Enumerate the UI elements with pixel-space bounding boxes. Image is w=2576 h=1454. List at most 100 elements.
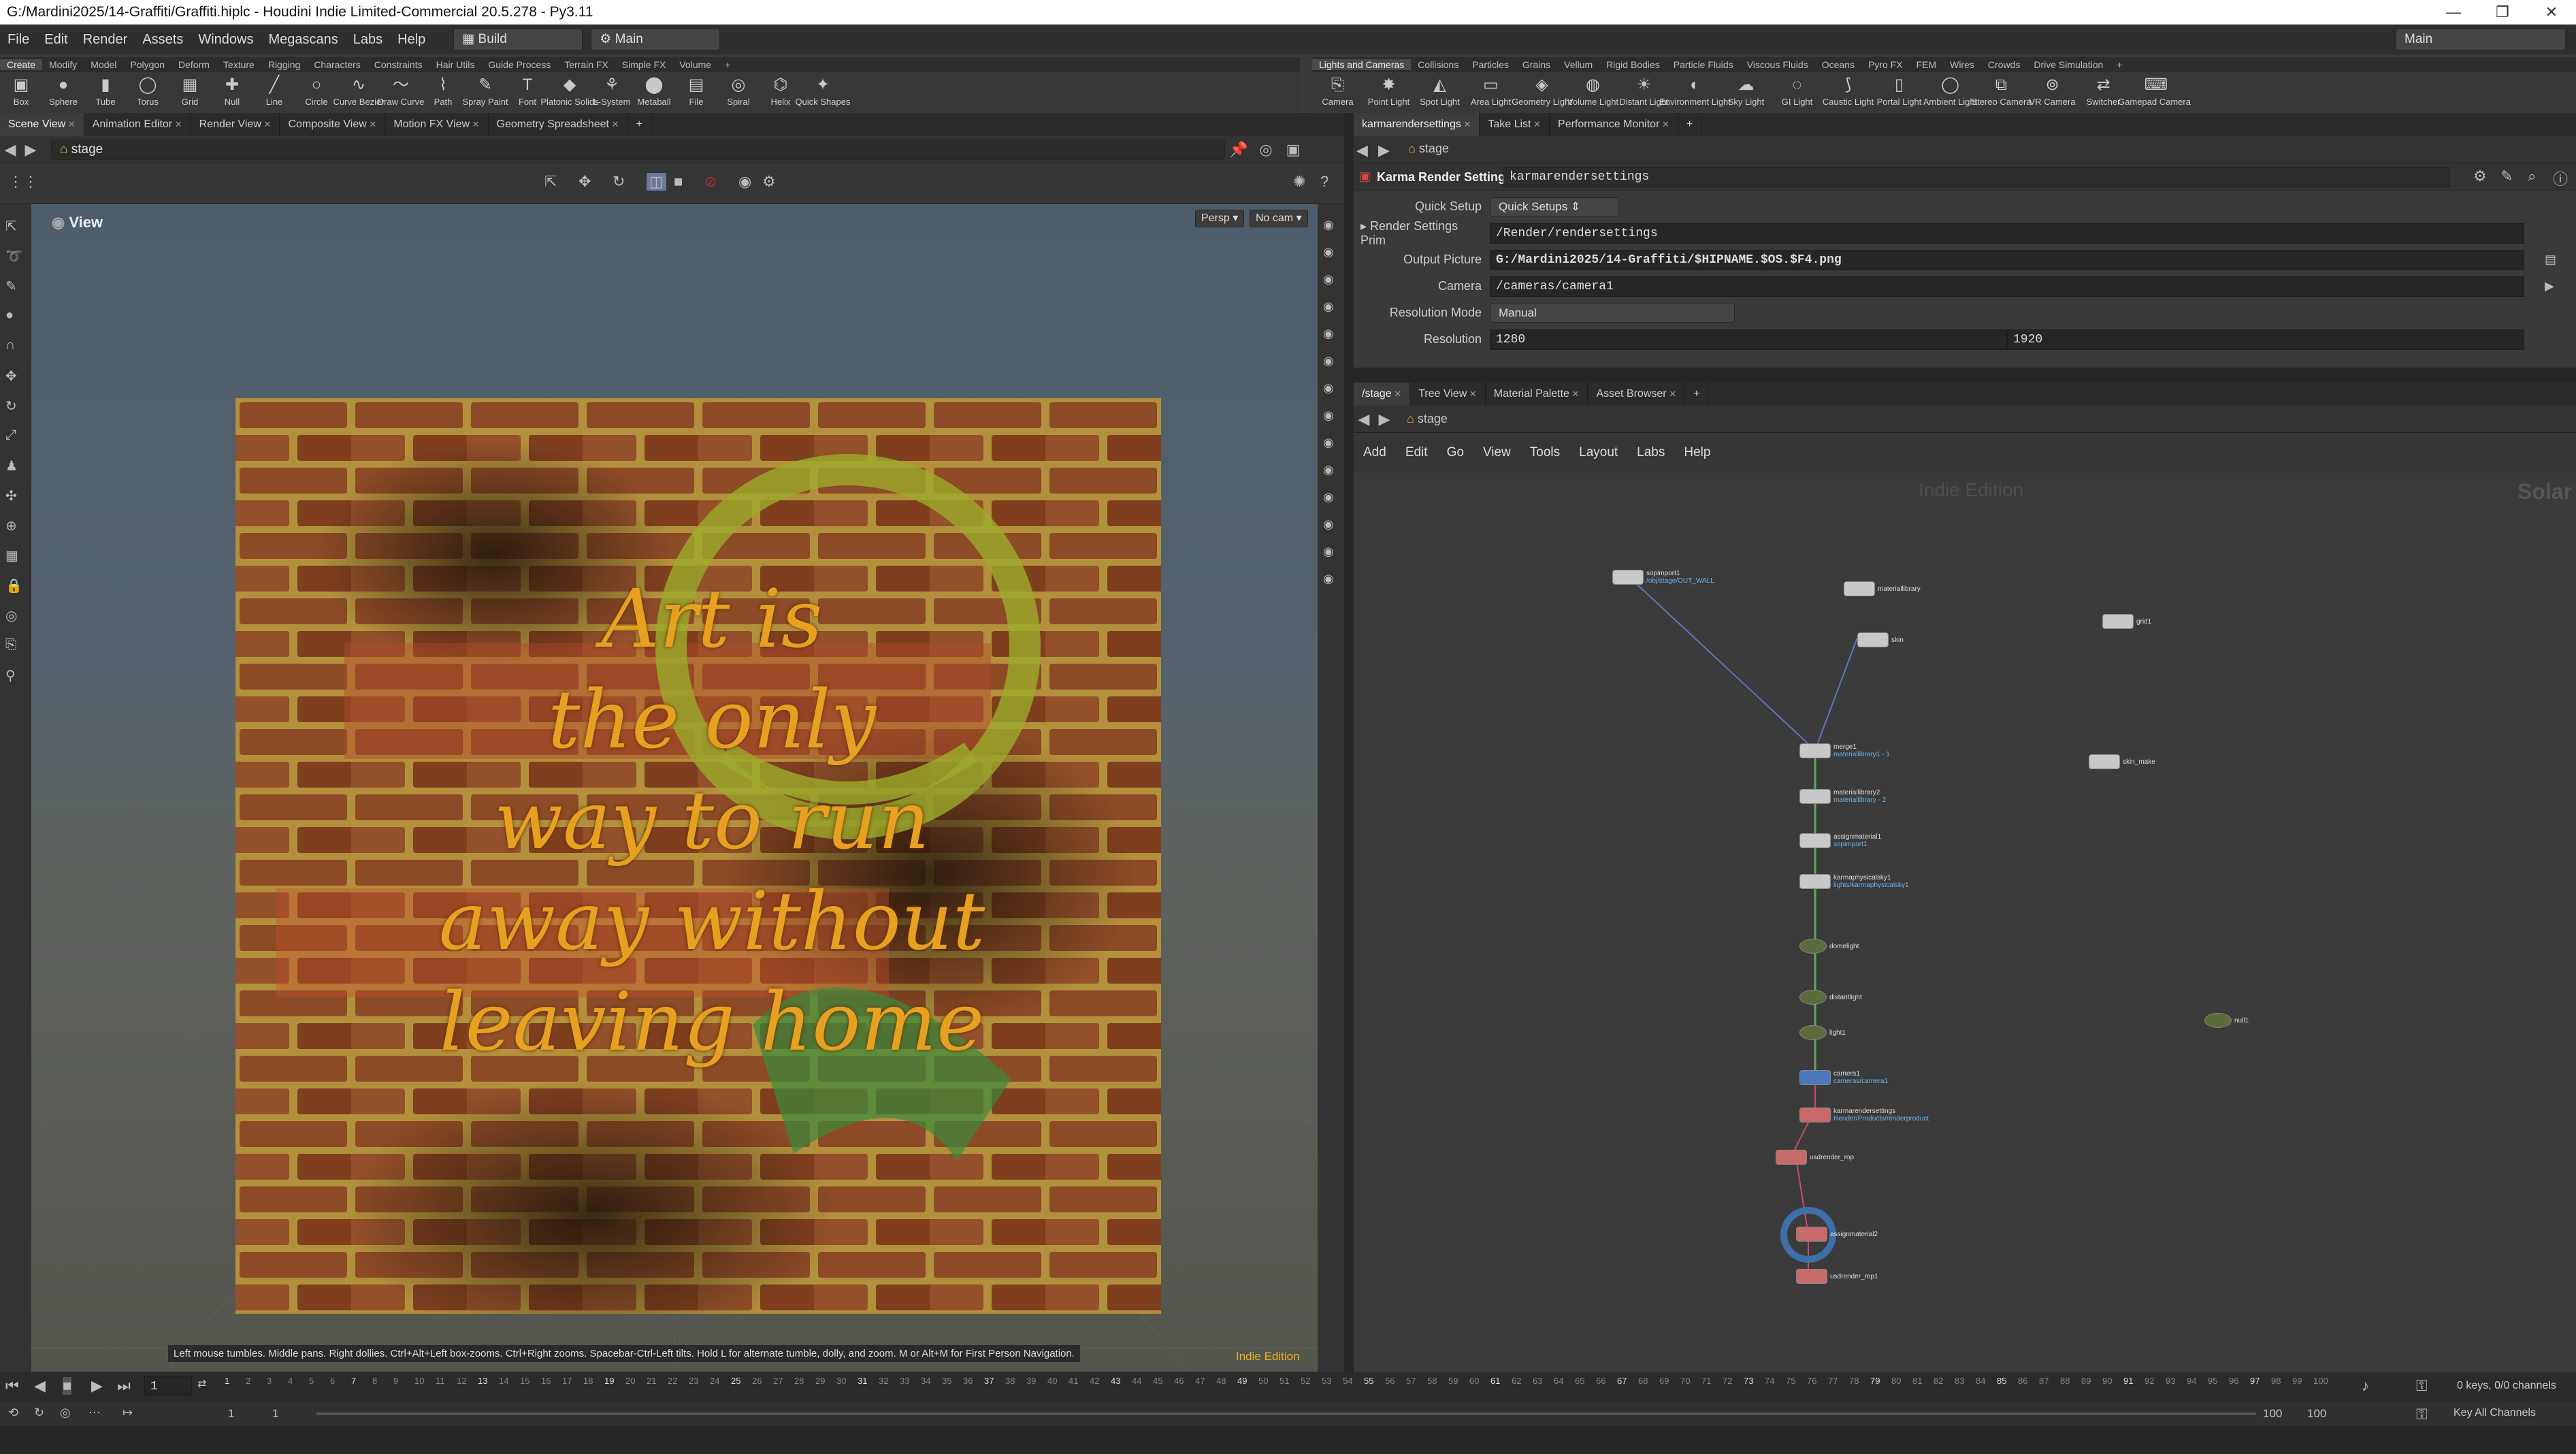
shelf-tool-tube[interactable]: ▮ Tube (84, 72, 127, 107)
node-body[interactable] (1799, 939, 1827, 954)
shelf-tool-gi-light[interactable]: ◌ GI Light (1772, 72, 1823, 107)
net-tab-2[interactable]: Material Palette ✕ (1486, 383, 1588, 406)
params-forward-icon[interactable]: ▶ (1378, 142, 1390, 159)
select-tool-icon[interactable]: ⇱ (544, 173, 557, 191)
network-selector[interactable]: ⚙ Main (591, 29, 721, 50)
magnet-tool-icon[interactable]: ∩ (5, 338, 15, 353)
node-name-field[interactable]: karmarendersettings (1503, 167, 2449, 187)
shelf-tool-point-light[interactable]: ✸ Point Light (1363, 72, 1414, 107)
shelf-tool-grid[interactable]: ▦ Grid (169, 72, 211, 107)
display-loc-icon[interactable]: ◉ (1323, 572, 1334, 586)
shelf-tool-line[interactable]: ╱ Line (253, 72, 295, 107)
shelf-tool-file[interactable]: ▤ File (675, 72, 717, 107)
range-slider[interactable] (316, 1412, 2256, 1415)
shelf-tab-right-8[interactable]: Oceans (1815, 59, 1861, 70)
net-tab-1[interactable]: Tree View ✕ (1410, 383, 1486, 406)
net-menu-tools[interactable]: Tools (1520, 445, 1569, 460)
expand-arrow-icon[interactable]: ▸ (1360, 219, 1370, 233)
frame-step-icon[interactable]: ⇄ (197, 1377, 206, 1391)
shelf-tab-right-3[interactable]: Grains (1516, 59, 1557, 70)
right-network-selector[interactable]: Main (2396, 29, 2566, 50)
shelf-tab-left-3[interactable]: Polygon (123, 59, 172, 70)
mag-tool-icon[interactable]: ◎ (5, 607, 17, 624)
audio-icon[interactable]: ♪ (2362, 1377, 2369, 1395)
param-tab-0[interactable]: karmarendersettings ✕ (1354, 113, 1480, 136)
pin-tool-icon[interactable]: ⚲ (5, 667, 16, 684)
gear-icon[interactable]: ⚙ (2473, 167, 2487, 185)
node-usdrender_rop[interactable]: usdrender_rop (1776, 1150, 1854, 1165)
node-body[interactable] (1799, 1025, 1827, 1040)
node-assignmaterial1[interactable]: assignmaterial1 sopimport1 (1799, 833, 1881, 848)
shelf-tab-left-8[interactable]: Constraints (368, 59, 429, 70)
node-karmaphysicalsky1[interactable]: karmaphysicalsky1 lights/karmaphysicalsky… (1799, 874, 1909, 889)
net-menu-edit[interactable]: Edit (1396, 445, 1437, 460)
resolution-x-field[interactable]: 1280 (1490, 329, 2007, 350)
close-tab-icon[interactable]: ✕ (470, 119, 480, 129)
display-ortho-icon[interactable]: ◉ (1323, 408, 1334, 423)
menu-edit[interactable]: Edit (37, 32, 75, 48)
close-tab-icon[interactable]: ✕ (65, 119, 76, 129)
shelf-tab-left-5[interactable]: Texture (216, 59, 261, 70)
range-start2-field[interactable]: 1 (272, 1407, 278, 1421)
scale-tool-icon[interactable]: ⤢ (5, 427, 16, 443)
shelf-tab-right-6[interactable]: Particle Fluids (1667, 59, 1740, 70)
shelf-tool-sphere[interactable]: ● Sphere (42, 72, 84, 107)
node-merge1[interactable]: merge1 materiallibrary1 - 1 (1799, 743, 1890, 758)
render-settings-prim-field[interactable]: /Render/rendersettings (1490, 223, 2524, 244)
shelf-tool-stereo-camera[interactable]: ⧉ Stereo Camera (1971, 72, 2031, 107)
shelf-tab-right-5[interactable]: Rigid Bodies (1599, 59, 1667, 70)
network-editor[interactable]: Indie Edition Solar sopimport1/obj/stage… (1354, 472, 2576, 1372)
shelf-tab-right-7[interactable]: Viscous Fluids (1740, 59, 1815, 70)
node-camera1[interactable]: camera1 cameras/camera1 (1799, 1070, 1888, 1085)
quick-setup-menu[interactable]: Quick Setups ⇕ (1490, 197, 1619, 216)
display-lock-icon[interactable]: ◉ (1323, 272, 1334, 287)
close-tab-icon[interactable]: ✕ (609, 119, 619, 129)
node-usdrender_rop1[interactable]: usdrender_rop1 (1796, 1269, 1878, 1284)
display-bg-icon[interactable]: ◉ (1323, 463, 1334, 477)
search-icon[interactable]: ⌕ (2528, 167, 2536, 185)
shelf-tool-lsystem[interactable]: ⚘ L-System (591, 72, 633, 107)
shelf-tool-torus[interactable]: ◯ Torus (127, 72, 169, 107)
scene-path-field[interactable]: ⌂ stage (51, 139, 1225, 160)
shelf-tab-left-1[interactable]: Modify (42, 59, 84, 70)
close-tab-icon[interactable]: ✕ (1569, 389, 1580, 399)
left-tab-2[interactable]: Render View ✕ (191, 113, 280, 136)
shelf-tool-portal-light[interactable]: ▯ Portal Light (1874, 72, 1925, 107)
net-tab-0[interactable]: /stage ✕ (1354, 383, 1411, 406)
left-tab-6[interactable]: + (627, 113, 651, 136)
move-tool-icon[interactable]: ✥ (5, 368, 17, 385)
help-icon[interactable]: ? (1320, 173, 1328, 191)
net-menu-add[interactable]: Add (1354, 445, 1396, 460)
jump-end-icon[interactable]: ⏭ (117, 1377, 131, 1395)
current-frame-field[interactable]: 1 (144, 1376, 192, 1395)
node-sopimport1[interactable]: sopimport1/obj/stage/OUT_WALL (1612, 570, 1714, 585)
key-all-icon[interactable]: ⚿ (2416, 1406, 2428, 1423)
node-body[interactable] (1796, 1227, 1827, 1242)
shelf-tab-left-9[interactable]: Hair Utils (429, 59, 482, 70)
scene-viewport[interactable]: ◉ View Persp ▾ No cam ▾ Art is the only … (31, 204, 1318, 1372)
close-tab-icon[interactable]: ✕ (1659, 119, 1669, 129)
shelf-tab-left-2[interactable]: Model (84, 59, 123, 70)
persp-menu[interactable]: Persp ▾ (1195, 210, 1245, 227)
shelf-tab-left-6[interactable]: Rigging (261, 59, 307, 70)
range-end-field[interactable]: 100 (2263, 1407, 2282, 1421)
pane-splitter[interactable] (1344, 113, 1354, 1372)
shelf-tab-left-0[interactable]: Create (0, 59, 43, 70)
display-snap-icon[interactable]: ◉ (1323, 517, 1334, 532)
pose-tool-icon[interactable]: ♟ (5, 457, 18, 474)
left-tab-1[interactable]: Animation Editor ✕ (84, 113, 191, 136)
shelf-tab-right-9[interactable]: Pyro FX (1861, 59, 1910, 70)
shelf-tool-null[interactable]: ✚ Null (211, 72, 253, 107)
left-tab-0[interactable]: Scene View ✕ (0, 113, 84, 136)
node-body[interactable] (1776, 1150, 1807, 1165)
keys-icon[interactable]: ⚿ (2416, 1377, 2428, 1395)
node-body[interactable] (1799, 743, 1831, 758)
close-button[interactable]: ✕ (2527, 0, 2576, 25)
shelf-tab-left-10[interactable]: Guide Process (481, 59, 557, 70)
snapshot-icon[interactable]: ⚙ (762, 173, 776, 191)
shelf-tool-geometry-light[interactable]: ◈ Geometry Light (1512, 72, 1572, 107)
menu-help[interactable]: Help (390, 32, 433, 48)
node-null1[interactable]: null1 (2204, 1013, 2249, 1028)
node-assignmaterial2[interactable]: assignmaterial2 (1796, 1227, 1878, 1242)
net-menu-help[interactable]: Help (1674, 445, 1720, 460)
